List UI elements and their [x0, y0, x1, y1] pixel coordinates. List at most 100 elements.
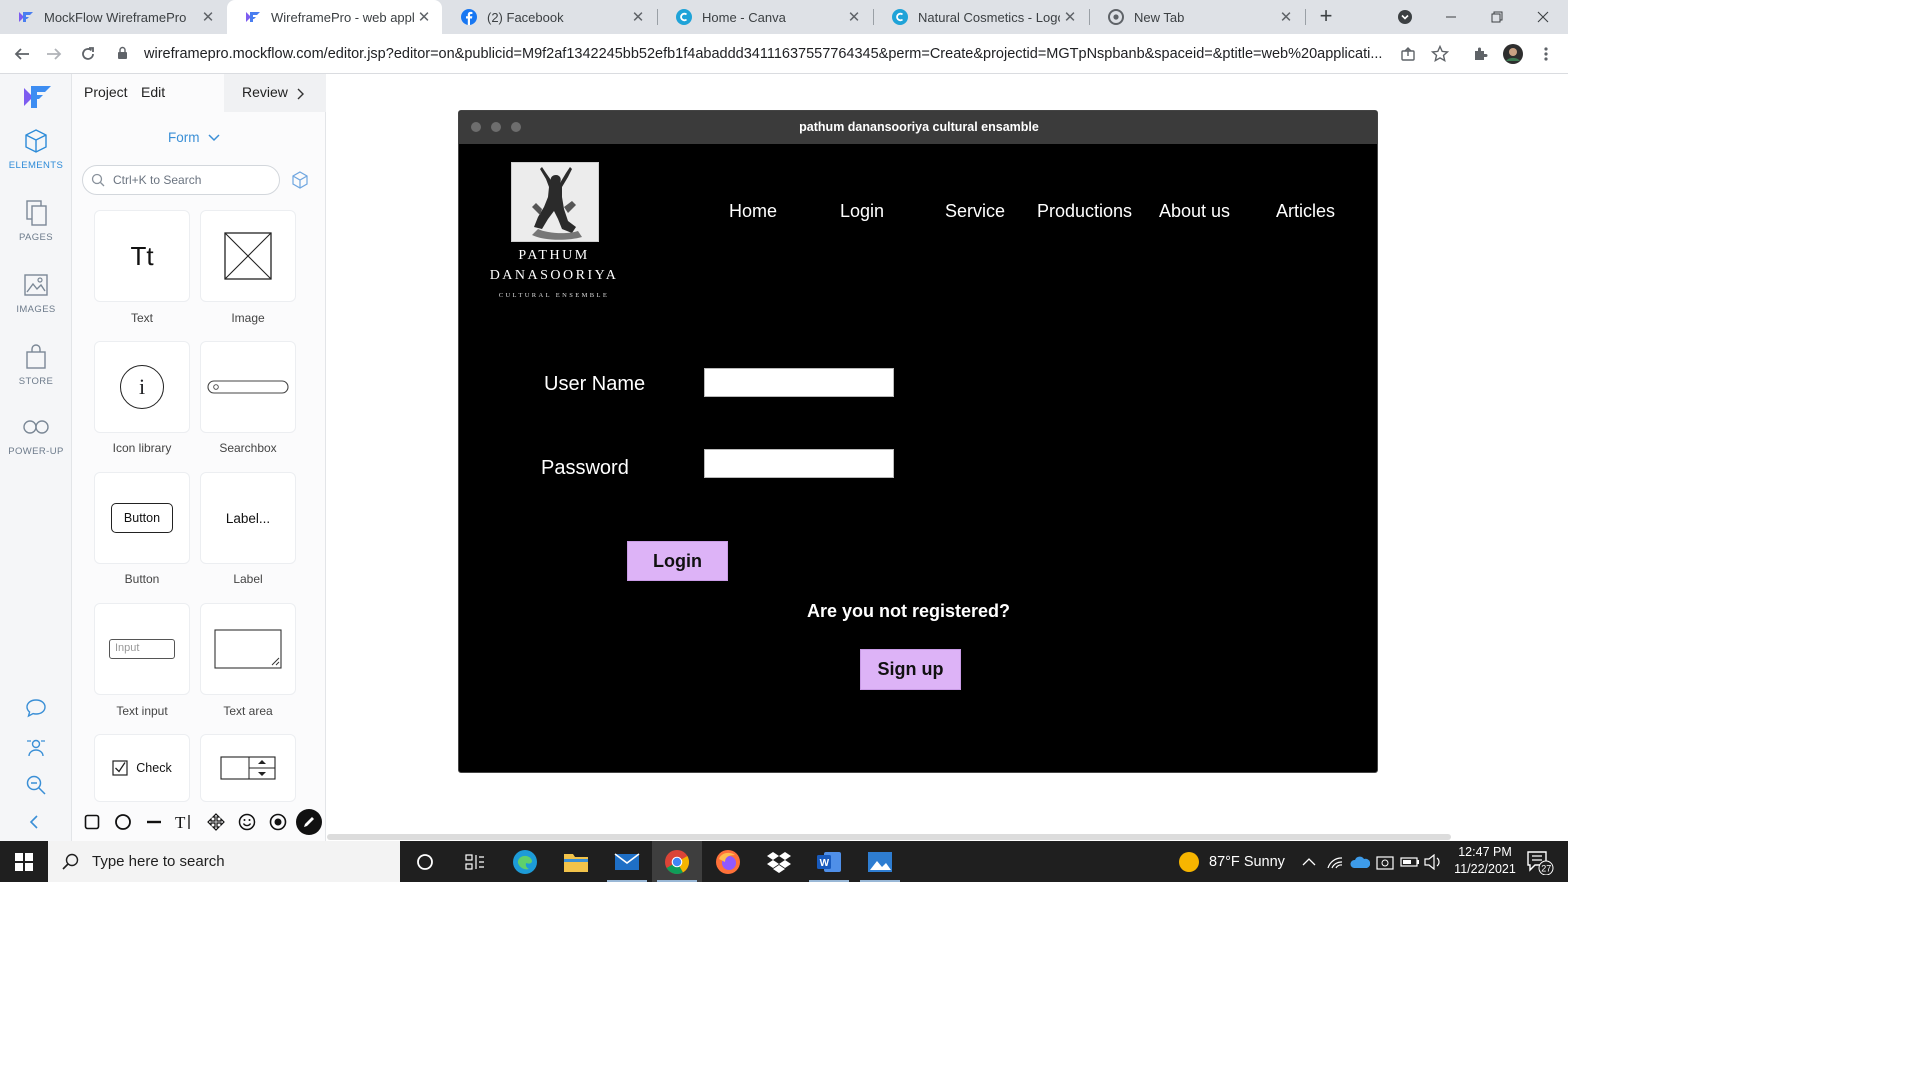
target-tool-icon[interactable]: [264, 808, 292, 836]
username-input[interactable]: [704, 368, 894, 397]
network-icon[interactable]: [1326, 841, 1344, 882]
security-icon[interactable]: [1376, 841, 1394, 882]
rail-item-elements[interactable]: ELEMENTS: [0, 126, 72, 171]
extensions-icon[interactable]: [1468, 42, 1492, 66]
photos-icon[interactable]: [855, 841, 905, 882]
chevron-right-icon[interactable]: [296, 87, 304, 105]
comment-icon[interactable]: [25, 698, 47, 723]
rail-item-pages[interactable]: PAGES: [0, 198, 72, 243]
start-button[interactable]: [0, 841, 48, 882]
wireframe-window[interactable]: pathum danansooriya cultural ensamble PA…: [458, 110, 1378, 773]
rail-item-store[interactable]: STORE: [0, 342, 72, 387]
tab-search-button[interactable]: [1382, 0, 1428, 34]
task-view-icon[interactable]: [450, 841, 500, 882]
rail-item-power-up[interactable]: POWER-UP: [0, 412, 72, 457]
profile-avatar[interactable]: [1501, 42, 1525, 66]
text-tool-icon[interactable]: T: [171, 808, 199, 836]
emoji-tool-icon[interactable]: [233, 808, 261, 836]
dropbox-icon[interactable]: [754, 841, 804, 882]
mail-icon[interactable]: [602, 841, 652, 882]
chrome-menu-icon[interactable]: [1534, 42, 1558, 66]
nav-service[interactable]: Service: [945, 201, 1005, 222]
show-hidden-icons-icon[interactable]: [1302, 841, 1316, 882]
taskbar-search-box[interactable]: Type here to search: [48, 841, 400, 882]
cortana-icon[interactable]: [400, 841, 450, 882]
nav-productions[interactable]: Productions: [1037, 201, 1132, 222]
signup-button[interactable]: Sign up: [860, 649, 961, 690]
firefox-icon[interactable]: [703, 841, 753, 882]
rectangle-tool-icon[interactable]: [78, 808, 106, 836]
info-icon: i: [120, 365, 164, 409]
close-window-button[interactable]: [1520, 0, 1566, 34]
mockflow-icon: [18, 9, 34, 25]
notifications-icon[interactable]: 27: [1526, 841, 1554, 882]
close-tab-icon[interactable]: ✕: [1060, 8, 1080, 26]
nav-about-us[interactable]: About us: [1159, 201, 1230, 222]
battery-icon[interactable]: [1400, 841, 1420, 882]
browser-tab-canva-home[interactable]: Home - Canva ✕: [658, 0, 872, 34]
onedrive-icon[interactable]: [1350, 841, 1370, 882]
ellipse-tool-icon[interactable]: [109, 808, 137, 836]
bookmark-star-icon[interactable]: [1428, 42, 1452, 66]
file-explorer-icon[interactable]: [551, 841, 601, 882]
reload-button[interactable]: [76, 42, 100, 66]
close-tab-icon[interactable]: ✕: [628, 8, 648, 26]
element-card-text[interactable]: Tt: [94, 210, 190, 302]
zoom-icon[interactable]: [25, 774, 47, 801]
new-tab-button[interactable]: +: [1314, 5, 1338, 29]
close-tab-icon[interactable]: ✕: [198, 8, 218, 26]
word-icon[interactable]: W: [804, 841, 854, 882]
design-canvas[interactable]: pathum danansooriya cultural ensamble PA…: [327, 74, 1568, 841]
close-tab-icon[interactable]: ✕: [844, 8, 864, 26]
share-icon[interactable]: [1396, 42, 1420, 66]
close-tab-icon[interactable]: ✕: [1276, 8, 1296, 26]
menu-edit[interactable]: Edit: [141, 84, 165, 100]
element-card-searchbox[interactable]: [200, 341, 296, 433]
weather-widget[interactable]: 87°F Sunny: [1178, 841, 1285, 882]
collapse-panel-icon[interactable]: [28, 814, 40, 835]
category-dropdown[interactable]: Form: [168, 130, 220, 145]
element-card-icon-library[interactable]: i: [94, 341, 190, 433]
move-tool-icon[interactable]: [202, 808, 230, 836]
cube-icon[interactable]: [290, 170, 310, 195]
browser-tab-mockflow[interactable]: MockFlow WireframePro ✕: [0, 0, 226, 34]
register-prompt: Are you not registered?: [807, 601, 1011, 621]
element-card-text-area[interactable]: [200, 603, 296, 695]
login-button[interactable]: Login: [627, 541, 728, 581]
minimize-button[interactable]: [1428, 0, 1474, 34]
rail-item-images[interactable]: IMAGES: [0, 270, 72, 315]
menu-review[interactable]: Review: [242, 84, 288, 100]
chrome-taskbar-icon[interactable]: [652, 841, 702, 882]
horizontal-scrollbar[interactable]: [327, 834, 1451, 840]
line-tool-icon[interactable]: [140, 808, 168, 836]
element-card-label[interactable]: Label...: [200, 472, 296, 564]
forward-button[interactable]: [42, 42, 66, 66]
element-search-input[interactable]: Ctrl+K to Search: [82, 165, 280, 195]
password-input[interactable]: [704, 449, 894, 478]
element-card-text-input[interactable]: Input: [94, 603, 190, 695]
browser-tab-wireframepro[interactable]: WireframePro - web applica ✕: [227, 0, 442, 34]
close-icon: [1537, 11, 1549, 23]
browser-tab-facebook[interactable]: (2) Facebook ✕: [443, 0, 656, 34]
arrow-right-icon: [47, 48, 62, 60]
element-card-checkbox[interactable]: Check: [94, 734, 190, 802]
nav-login[interactable]: Login: [840, 201, 884, 222]
pen-tool-icon[interactable]: [295, 808, 323, 836]
restore-button[interactable]: [1474, 0, 1520, 34]
nav-articles[interactable]: Articles: [1276, 201, 1335, 222]
mockflow-logo-icon[interactable]: [22, 84, 52, 115]
address-bar[interactable]: wireframepro.mockflow.com/editor.jsp?edi…: [110, 39, 1460, 69]
facebook-icon: [461, 9, 477, 25]
edge-icon[interactable]: [500, 841, 550, 882]
element-card-stepper[interactable]: [200, 734, 296, 802]
element-card-image[interactable]: [200, 210, 296, 302]
browser-tab-new-tab[interactable]: New Tab ✕: [1090, 0, 1304, 34]
taskbar-clock[interactable]: 12:47 PM 11/22/2021: [1440, 844, 1530, 878]
browser-tab-canva-logo[interactable]: Natural Cosmetics - Logo ✕: [874, 0, 1088, 34]
element-card-button[interactable]: Button: [94, 472, 190, 564]
menu-project[interactable]: Project: [84, 84, 128, 100]
close-tab-icon[interactable]: ✕: [414, 8, 434, 26]
collaborators-icon[interactable]: [25, 737, 47, 764]
nav-home[interactable]: Home: [729, 201, 777, 222]
back-button[interactable]: [10, 42, 34, 66]
